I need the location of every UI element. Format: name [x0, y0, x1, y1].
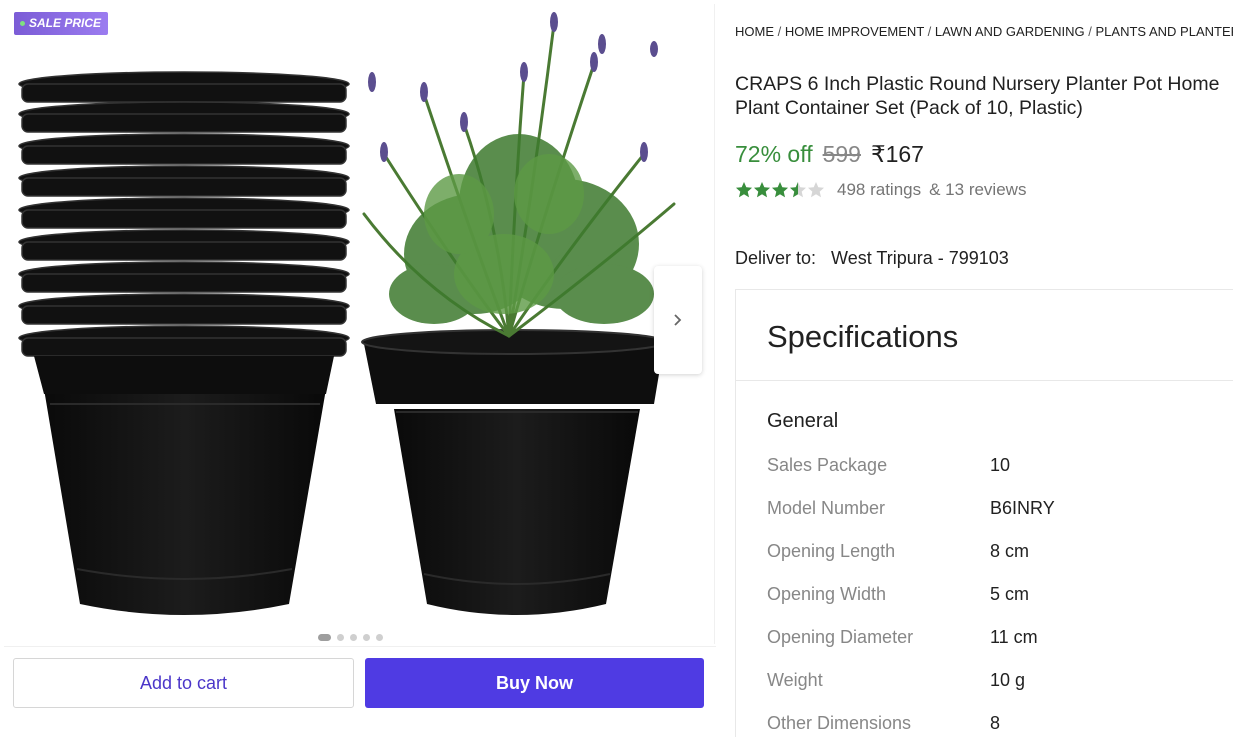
spec-value: 10 g	[990, 670, 1026, 690]
breadcrumb-item[interactable]: HOME	[735, 24, 774, 39]
gallery-dot[interactable]	[318, 634, 331, 641]
spec-value: 8	[990, 713, 1001, 733]
star-icon	[736, 182, 752, 198]
spec-value: 5 cm	[990, 584, 1030, 604]
breadcrumb-separator: /	[927, 24, 935, 39]
product-gallery: SALE PRICE	[4, 4, 715, 644]
spec-row: Opening Width 5 cm	[767, 584, 1029, 605]
gallery-dot[interactable]	[376, 634, 383, 641]
spec-row: Opening Diameter 11 cm	[767, 627, 1038, 648]
sale-price-badge: SALE PRICE	[14, 12, 109, 35]
product-title: CRAPS 6 Inch Plastic Round Nursery Plant…	[735, 73, 1220, 119]
star-icon	[772, 182, 788, 198]
spec-row: Sales Package 10	[767, 455, 1010, 476]
breadcrumb: HOME / HOME IMPROVEMENT / LAWN AND GARDE…	[735, 24, 1233, 39]
spec-key: Opening Diameter	[767, 627, 914, 647]
delivery-pincode: West Tripura - 799103	[831, 248, 1009, 268]
product-details: HOME / HOME IMPROVEMENT / LAWN AND GARDE…	[735, 0, 1233, 737]
specifications-header: Specifications	[736, 290, 1233, 381]
spec-key: Sales Package	[767, 455, 888, 475]
gallery-dot[interactable]	[337, 634, 344, 641]
star-icon	[808, 182, 824, 198]
spec-key: Opening Length	[767, 541, 896, 561]
discount-percent: 72% off	[735, 141, 813, 167]
spec-key: Opening Width	[767, 584, 887, 604]
spec-value: 8 cm	[990, 541, 1030, 561]
rating-stars	[735, 181, 825, 199]
spec-key: Other Dimensions	[767, 713, 912, 733]
breadcrumb-item[interactable]: HOME IMPROVEMENT	[785, 24, 924, 39]
spec-value: 11 cm	[990, 627, 1038, 647]
stacked-pots-illustration	[18, 71, 350, 615]
ratings-count: 498 ratings	[837, 180, 922, 199]
spec-group-title: General	[767, 410, 839, 432]
reviews-count: & 13 reviews	[929, 180, 1027, 199]
gallery-pagination	[318, 634, 383, 641]
spec-row: Weight 10 g	[767, 670, 1025, 691]
spec-row: Model Number B6INRY	[767, 498, 1055, 519]
add-to-cart-button[interactable]: Add to cart	[13, 658, 354, 708]
deliver-to-label: Deliver to:	[735, 248, 817, 268]
chevron-right-icon	[674, 314, 682, 326]
specifications-panel: Specifications General Sales Package 10 M…	[735, 289, 1233, 737]
star-icon	[754, 182, 770, 198]
buy-now-button[interactable]: Buy Now	[365, 658, 704, 708]
spec-key: Model Number	[767, 498, 886, 518]
badge-dot-icon	[20, 21, 25, 26]
badge-label: SALE PRICE	[29, 16, 102, 30]
delivery-location[interactable]: Deliver to: West Tripura - 799103	[735, 248, 1009, 269]
specifications-title: Specifications	[767, 319, 959, 354]
spec-value: 10	[990, 455, 1011, 475]
price-block: 72% off 599 ₹167	[735, 141, 924, 168]
breadcrumb-separator: /	[777, 24, 785, 39]
spec-row: Other Dimensions 8	[767, 713, 1000, 734]
product-image-panel: SALE PRICE Add to cart Buy Now	[0, 0, 716, 737]
breadcrumb-item[interactable]: LAWN AND GARDENING	[935, 24, 1085, 39]
gallery-next-button[interactable]	[654, 266, 702, 374]
gallery-dot[interactable]	[350, 634, 357, 641]
original-price: 599	[822, 141, 861, 167]
plant-pot-illustration	[361, 12, 676, 615]
selling-price: ₹167	[870, 141, 924, 167]
purchase-actions: Add to cart Buy Now	[4, 646, 716, 721]
spec-value: B6INRY	[990, 498, 1055, 518]
rating-summary[interactable]: 498 ratings & 13 reviews	[735, 180, 1026, 200]
breadcrumb-separator: /	[1088, 24, 1096, 39]
spec-key: Weight	[767, 670, 823, 690]
breadcrumb-item[interactable]: PLANTS AND PLANTERS	[1096, 24, 1233, 39]
product-image[interactable]	[4, 4, 710, 634]
spec-row: Opening Length 8 cm	[767, 541, 1029, 562]
star-icon	[790, 182, 806, 198]
gallery-dot[interactable]	[363, 634, 370, 641]
